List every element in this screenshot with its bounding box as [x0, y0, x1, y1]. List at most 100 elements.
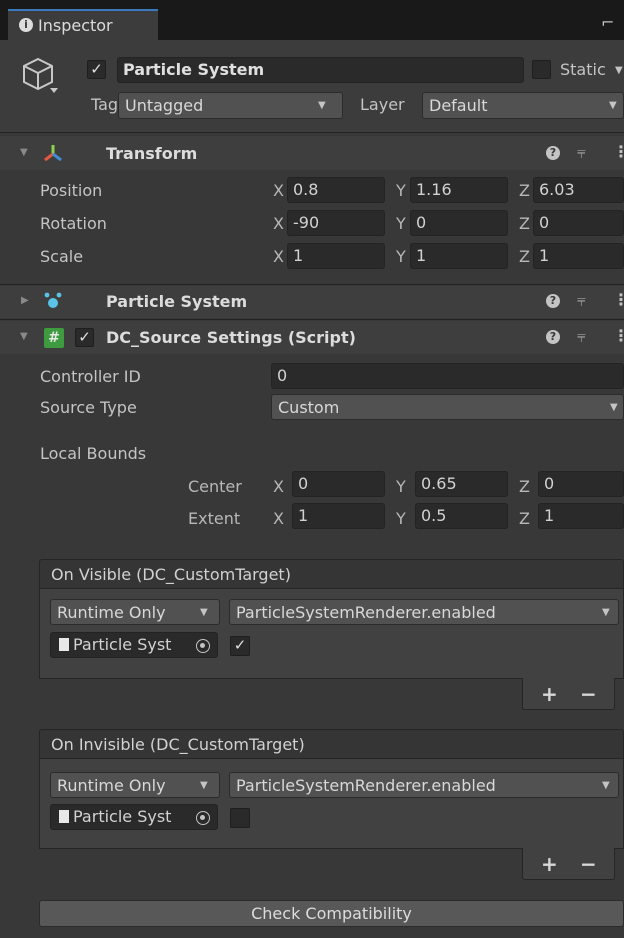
remove-listener-button[interactable]: −: [580, 854, 597, 874]
position-z-field[interactable]: 6.03: [533, 177, 624, 203]
position-y-field[interactable]: 1.16: [410, 177, 508, 203]
foldout-expanded-icon[interactable]: ▼: [20, 332, 28, 342]
on-visible-mode-dropdown[interactable]: Runtime Only: [50, 599, 220, 625]
on-visible-object-field[interactable]: Particle Syst: [50, 632, 218, 658]
on-visible-value-checkbox[interactable]: ✓: [230, 636, 250, 656]
tab-title: Inspector: [38, 16, 113, 35]
center-z-field[interactable]: 0: [538, 471, 624, 497]
transform-header[interactable]: [0, 136, 624, 170]
position-z-axis-label[interactable]: Z: [519, 183, 530, 199]
tag-dropdown[interactable]: Untagged: [118, 92, 343, 119]
divider: [0, 319, 624, 320]
scale-label: Scale: [40, 247, 84, 266]
controller-id-field[interactable]: 0: [271, 363, 624, 389]
extent-z-field[interactable]: 1: [538, 503, 624, 529]
on-invisible-function-dropdown[interactable]: ParticleSystemRenderer.enabled: [229, 772, 619, 798]
rotation-x-axis-label[interactable]: X: [273, 216, 284, 232]
more-options-icon[interactable]: ⋮: [613, 328, 624, 344]
layer-chevron-down-icon: ▼: [609, 100, 617, 111]
extent-y-field[interactable]: 0.5: [415, 503, 508, 529]
check-compatibility-button[interactable]: Check Compatibility: [39, 900, 624, 927]
center-x-axis-label[interactable]: X: [273, 479, 284, 495]
scale-x-axis-label[interactable]: X: [273, 249, 284, 265]
foldout-collapsed-icon[interactable]: ▶: [21, 296, 29, 306]
extent-z-axis-label[interactable]: Z: [519, 511, 530, 527]
center-z-axis-label[interactable]: Z: [519, 479, 530, 495]
gameobject-name: Particle System: [123, 60, 265, 79]
on-invisible-title: On Invisible (DC_CustomTarget): [51, 735, 305, 754]
tag-label: Tag: [91, 95, 119, 114]
add-listener-button[interactable]: +: [541, 684, 558, 704]
on-invisible-object-field[interactable]: Particle Syst: [50, 804, 218, 830]
presets-icon[interactable]: ⫧: [577, 145, 586, 161]
on-invisible-mode-dropdown[interactable]: Runtime Only: [50, 772, 220, 798]
position-x-axis-label[interactable]: X: [273, 183, 284, 199]
on-visible-function-dropdown[interactable]: ParticleSystemRenderer.enabled: [229, 599, 619, 625]
scale-y-field[interactable]: 1: [410, 243, 508, 269]
script-hash-icon: #: [44, 328, 64, 348]
chevron-down-icon: ▼: [602, 607, 610, 618]
center-y-value: 0.65: [421, 474, 457, 493]
chevron-down-icon: ▼: [200, 780, 208, 791]
position-x-value: 0.8: [293, 180, 319, 199]
more-options-icon[interactable]: ⋮: [613, 292, 624, 308]
foldout-expanded-icon[interactable]: ▼: [20, 148, 28, 158]
on-visible-function-value: ParticleSystemRenderer.enabled: [236, 603, 496, 622]
rotation-label: Rotation: [40, 214, 107, 233]
center-z-value: 0: [544, 474, 555, 493]
active-checkbox[interactable]: ✓: [87, 60, 106, 79]
layer-value: Default: [429, 96, 488, 115]
remove-listener-button[interactable]: −: [580, 684, 597, 704]
layer-dropdown[interactable]: Default: [422, 92, 624, 119]
document-icon: [59, 810, 69, 823]
more-options-icon[interactable]: ⋮: [613, 144, 624, 160]
help-icon[interactable]: ?: [546, 294, 560, 308]
center-y-field[interactable]: 0.65: [415, 471, 508, 497]
on-invisible-header: On Invisible (DC_CustomTarget): [39, 729, 624, 759]
presets-icon[interactable]: ⫧: [577, 293, 586, 309]
extent-y-axis-label[interactable]: Y: [396, 511, 406, 527]
extent-x-axis-label[interactable]: X: [273, 511, 284, 527]
tag-value: Untagged: [125, 96, 204, 115]
rotation-y-field[interactable]: 0: [410, 210, 508, 236]
scale-z-field[interactable]: 1: [533, 243, 624, 269]
object-picker-icon[interactable]: [196, 639, 210, 653]
source-type-dropdown[interactable]: Custom: [271, 394, 624, 420]
controller-id-value: 0: [277, 366, 288, 385]
rotation-y-axis-label[interactable]: Y: [396, 216, 406, 232]
help-icon[interactable]: ?: [546, 146, 560, 160]
rotation-z-field[interactable]: 0: [533, 210, 624, 236]
rotation-x-field[interactable]: -90: [287, 210, 385, 236]
local-bounds-label: Local Bounds: [40, 444, 147, 463]
controller-id-label: Controller ID: [40, 367, 141, 386]
on-invisible-value-checkbox[interactable]: [230, 808, 250, 828]
object-picker-icon[interactable]: [196, 811, 210, 825]
center-x-field[interactable]: 0: [292, 471, 385, 497]
on-visible-title: On Visible (DC_CustomTarget): [51, 565, 291, 584]
on-visible-object-value: Particle Syst: [73, 635, 172, 654]
layer-label: Layer: [360, 95, 405, 114]
add-listener-button[interactable]: +: [541, 854, 558, 874]
extent-x-field[interactable]: 1: [292, 503, 385, 529]
center-y-axis-label[interactable]: Y: [396, 479, 406, 495]
presets-icon[interactable]: ⫧: [577, 329, 586, 345]
rotation-z-axis-label[interactable]: Z: [519, 216, 530, 232]
position-y-axis-label[interactable]: Y: [396, 183, 406, 199]
chevron-down-icon: ▼: [200, 607, 208, 618]
gameobject-name-field[interactable]: Particle System: [117, 57, 524, 83]
divider: [0, 132, 624, 133]
static-checkbox[interactable]: [532, 60, 551, 79]
on-visible-header: On Visible (DC_CustomTarget): [39, 559, 624, 589]
lock-icon[interactable]: ⌐: [601, 15, 614, 31]
inspector-tab[interactable]: i Inspector: [8, 9, 158, 40]
divider: [0, 284, 624, 285]
particle-system-header[interactable]: [0, 286, 624, 318]
static-dropdown-icon[interactable]: ▼: [615, 66, 623, 76]
help-icon[interactable]: ?: [546, 330, 560, 344]
scale-z-axis-label[interactable]: Z: [519, 249, 530, 265]
script-enabled-checkbox[interactable]: ✓: [75, 328, 94, 347]
scale-y-axis-label[interactable]: Y: [396, 249, 406, 265]
position-x-field[interactable]: 0.8: [287, 177, 385, 203]
scale-x-field[interactable]: 1: [287, 243, 385, 269]
gameobject-cube-icon: [23, 57, 58, 93]
